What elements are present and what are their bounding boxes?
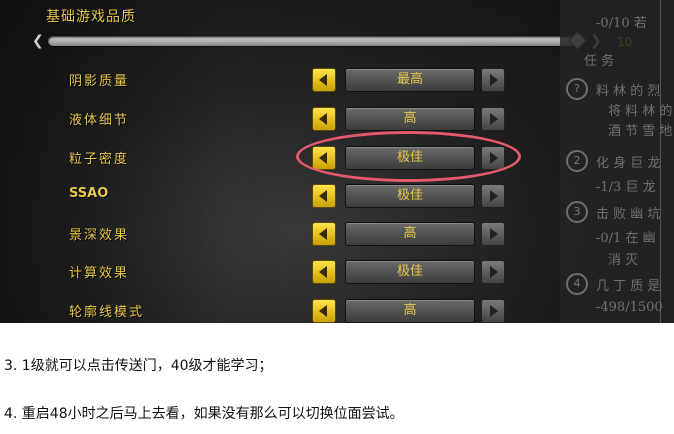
setting-label-outline: 轮廓线模式 [69,305,145,320]
liquid-next-button[interactable] [481,107,505,131]
quest-line: 几 丁 质 是 [596,279,661,294]
compute-value: 极佳 [345,260,475,284]
quest-line: 消 灭 [608,253,639,268]
quest-line: 酒 节 雪 地 [608,124,673,139]
game-settings-screenshot: 基础游戏品质 ❮ ❯ 10 阴影质量 最高 液体细节 高 粒子密度 极佳 SSA… [0,0,674,323]
quest-number-badge: ? [566,78,588,100]
outline-next-button[interactable] [481,299,505,323]
dof-next-button[interactable] [481,222,505,246]
quest-line: -0/10 若 [596,16,647,31]
caption-step-4: 4. 重启48小时之后马上去看，如果没有那么可以切换位面尝试。 [4,406,404,422]
dof-value: 高 [345,222,475,246]
slider-left-arrow-icon[interactable]: ❮ [32,33,44,49]
ssao-next-button[interactable] [481,184,505,208]
shadow-value: 最高 [345,68,475,92]
shadow-next-button[interactable] [481,68,505,92]
ssao-value: 极佳 [345,184,475,208]
graphics-quality-title: 基础游戏品质 [46,9,136,25]
outline-value: 高 [345,299,475,323]
quest-line: 将 料 林 的 [608,104,673,119]
quest-number-badge: 2 [566,150,588,172]
caption-step-3: 3. 1级就可以点击传送门，40级才能学习； [4,358,273,374]
liquid-value: 高 [345,107,475,131]
setting-label-particle: 粒子密度 [69,152,130,167]
setting-label-ssao: SSAO [69,186,109,201]
compute-next-button[interactable] [481,260,505,284]
quest-line: -498/1500 [596,300,663,315]
outline-prev-button[interactable] [312,299,336,323]
quality-slider[interactable] [48,36,583,46]
setting-label-compute: 计算效果 [69,266,130,281]
quest-line: -1/3 巨 龙 [596,180,656,195]
setting-label-liquid: 液体细节 [69,113,130,128]
setting-label-dof: 景深效果 [69,228,130,243]
quest-line: 击 败 幽 坑 [596,207,661,222]
shadow-prev-button[interactable] [312,68,336,92]
highlight-ellipse-annotation [296,131,521,182]
ssao-prev-button[interactable] [312,184,336,208]
quest-line: 料 林 的 烈 [596,84,661,99]
quest-line: -0/1 在 幽 [596,231,656,246]
quest-number-badge: 3 [566,201,588,223]
compute-prev-button[interactable] [312,260,336,284]
quest-number-badge: 4 [566,273,588,295]
dof-prev-button[interactable] [312,222,336,246]
liquid-prev-button[interactable] [312,107,336,131]
setting-label-shadow: 阴影质量 [69,74,130,89]
quest-line: 化 身 巨 龙 [596,156,661,171]
quest-header: 任 务 [584,54,615,69]
